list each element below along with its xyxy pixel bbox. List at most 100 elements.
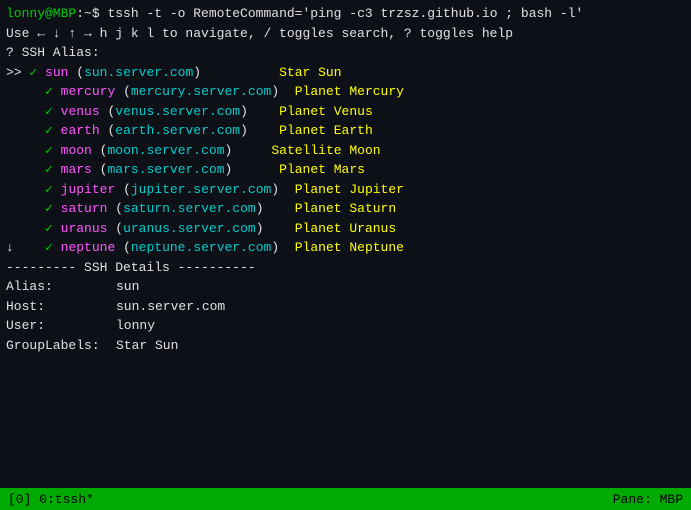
prompt-user: lonny@MBP (6, 4, 76, 24)
indent (6, 141, 45, 161)
check-icon: ✓ (45, 219, 61, 239)
check-icon: ✓ (45, 238, 61, 258)
label-text: Planet Earth (279, 121, 373, 141)
paren-open: ( (68, 63, 84, 83)
label-text: Planet Neptune (295, 238, 404, 258)
paren-open: ( (92, 141, 108, 161)
details-separator-line: --------- SSH Details ---------- (6, 258, 685, 278)
spacer (264, 219, 295, 239)
check-icon: ✓ (29, 63, 45, 83)
spacer (279, 82, 295, 102)
label-text: Star Sun (279, 63, 341, 83)
host-text: earth.server.com (115, 121, 240, 141)
details-separator: --------- SSH Details ---------- (6, 258, 256, 278)
host-value: sun.server.com (116, 297, 225, 317)
host-text: mars.server.com (107, 160, 224, 180)
indent (6, 82, 45, 102)
ssh-alias-label: ? SSH Alias: (6, 43, 100, 63)
host-text: jupiter.server.com (131, 180, 271, 200)
paren-open: ( (100, 121, 116, 141)
check-icon: ✓ (45, 102, 61, 122)
paren-close: ) (240, 121, 248, 141)
paren-close: ) (225, 141, 233, 161)
prompt-separator: :~$ (76, 4, 107, 24)
list-item[interactable]: ✓ saturn ( saturn.server.com ) Planet Sa… (6, 199, 685, 219)
indent (6, 121, 45, 141)
list-item[interactable]: ✓ earth ( earth.server.com ) Planet Eart… (6, 121, 685, 141)
paren-open: ( (115, 82, 131, 102)
ssh-alias-label-line: ? SSH Alias: (6, 43, 685, 63)
host-text: sun.server.com (84, 63, 193, 83)
list-item[interactable]: ✓ mars ( mars.server.com ) Planet Mars (6, 160, 685, 180)
group-value: Star Sun (116, 336, 178, 356)
spacer (279, 180, 295, 200)
status-left: [0] 0:tssh* (8, 492, 94, 507)
down-arrow-indicator: ↓ (6, 238, 45, 258)
alias-text: sun (45, 63, 68, 83)
terminal[interactable]: lonny@MBP:~$ tssh -t -o RemoteCommand='p… (0, 0, 691, 488)
prompt-line: lonny@MBP:~$ tssh -t -o RemoteCommand='p… (6, 4, 685, 24)
alias-text: moon (61, 141, 92, 161)
list-item[interactable]: ↓ ✓ neptune ( neptune.server.com ) Plane… (6, 238, 685, 258)
indent (6, 199, 45, 219)
label-text: Planet Saturn (295, 199, 396, 219)
paren-close: ) (256, 199, 264, 219)
paren-open: ( (92, 160, 108, 180)
check-icon: ✓ (45, 160, 61, 180)
paren-open: ( (115, 238, 131, 258)
spacer (248, 102, 279, 122)
status-session: [0] 0:tssh* (8, 492, 94, 507)
detail-user-line: User: lonny (6, 316, 685, 336)
paren-close: ) (256, 219, 264, 239)
label-text: Satellite Moon (271, 141, 380, 161)
spacer (232, 141, 271, 161)
detail-alias-line: Alias: sun (6, 277, 685, 297)
indent (6, 219, 45, 239)
host-text: saturn.server.com (123, 199, 256, 219)
paren-open: ( (115, 180, 131, 200)
paren-close: ) (271, 82, 279, 102)
alias-value: sun (116, 277, 139, 297)
host-label: Host: (6, 297, 116, 317)
check-icon: ✓ (45, 180, 61, 200)
detail-group-line: GroupLabels: Star Sun (6, 336, 685, 356)
nav-hint-line: Use ← ↓ ↑ → h j k l to navigate, / toggl… (6, 24, 685, 44)
indent (6, 102, 45, 122)
check-icon: ✓ (45, 121, 61, 141)
alias-text: jupiter (61, 180, 116, 200)
spacer (201, 63, 279, 83)
status-right: Pane: MBP (613, 492, 683, 507)
alias-text: earth (61, 121, 100, 141)
alias-text: uranus (61, 219, 108, 239)
paren-close: ) (193, 63, 201, 83)
paren-open: ( (107, 199, 123, 219)
spacer (232, 160, 279, 180)
detail-host-line: Host: sun.server.com (6, 297, 685, 317)
check-icon: ✓ (45, 199, 61, 219)
list-item[interactable]: ✓ uranus ( uranus.server.com ) Planet Ur… (6, 219, 685, 239)
user-label: User: (6, 316, 116, 336)
indent (6, 160, 45, 180)
nav-hint-text: Use ← ↓ ↑ → h j k l to navigate, / toggl… (6, 24, 513, 44)
list-item[interactable]: ✓ moon ( moon.server.com ) Satellite Moo… (6, 141, 685, 161)
paren-close: ) (271, 180, 279, 200)
label-text: Planet Venus (279, 102, 373, 122)
paren-open: ( (107, 219, 123, 239)
prompt-command: tssh -t -o RemoteCommand='ping -c3 trzsz… (107, 4, 583, 24)
label-text: Planet Mars (279, 160, 365, 180)
label-text: Planet Jupiter (295, 180, 404, 200)
host-text: mercury.server.com (131, 82, 271, 102)
list-item[interactable]: ✓ venus ( venus.server.com ) Planet Venu… (6, 102, 685, 122)
list-item[interactable]: ✓ mercury ( mercury.server.com ) Planet … (6, 82, 685, 102)
alias-text: mars (61, 160, 92, 180)
spacer (279, 238, 295, 258)
list-item[interactable]: >> ✓ sun ( sun.server.com ) Star Sun (6, 63, 685, 83)
spacer (264, 199, 295, 219)
paren-close: ) (225, 160, 233, 180)
host-text: uranus.server.com (123, 219, 256, 239)
spacer (248, 121, 279, 141)
label-text: Planet Uranus (295, 219, 396, 239)
list-item[interactable]: ✓ jupiter ( jupiter.server.com ) Planet … (6, 180, 685, 200)
host-text: venus.server.com (115, 102, 240, 122)
label-text: Planet Mercury (295, 82, 404, 102)
